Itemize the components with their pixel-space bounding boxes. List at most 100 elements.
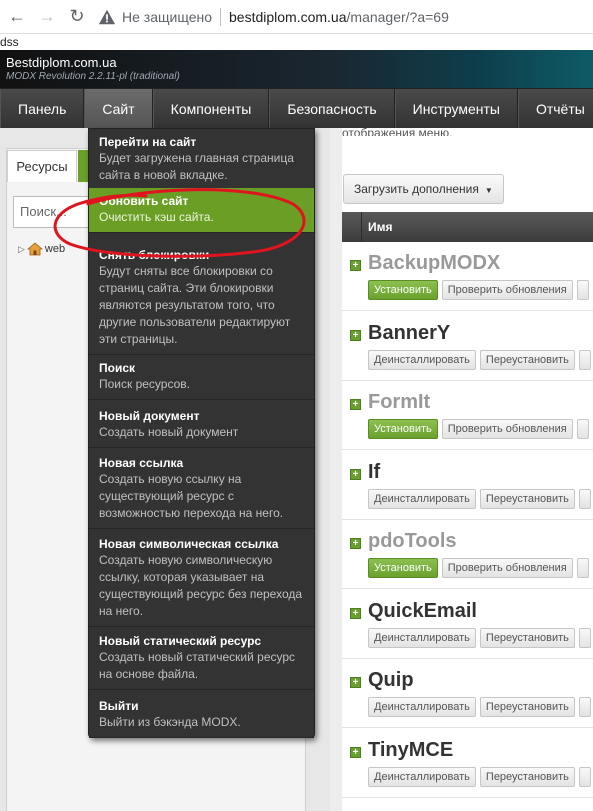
bookmark-item[interactable]: dss	[0, 35, 19, 49]
menu-item-logout[interactable]: Выйти Выйти из бэкэнда MODX.	[89, 693, 314, 738]
expand-plus-icon[interactable]: +	[350, 747, 361, 758]
package-actions: Деинсталлировать Переустановить	[368, 489, 593, 509]
install-button[interactable]: Установить	[368, 280, 438, 300]
package-name: Quip	[368, 669, 414, 691]
uninstall-button[interactable]: Деинсталлировать	[368, 350, 476, 370]
more-actions-button[interactable]	[578, 489, 591, 509]
more-actions-button[interactable]	[578, 350, 591, 370]
package-row[interactable]: + BackupMODX Установить Проверить обновлени…	[342, 242, 593, 311]
reinstall-button[interactable]: Переустановить	[479, 489, 575, 509]
url-path: /manager/?a=69	[346, 8, 449, 25]
install-button[interactable]: Установить	[368, 419, 438, 439]
search-input[interactable]: Поиск...	[13, 196, 93, 228]
check-updates-button[interactable]: Проверить обновления	[441, 280, 573, 300]
menu-item-new-weblink[interactable]: Новая ссылка Создать новую ссылку на суще…	[89, 450, 314, 529]
download-extras-button[interactable]: Загрузить дополнения ▼	[343, 174, 504, 204]
menu-item-title: Выйти	[99, 699, 139, 713]
nav-reports[interactable]: Отчёты	[517, 89, 593, 129]
menu-item-title: Перейти на сайт	[99, 135, 197, 149]
more-actions-button[interactable]	[576, 280, 589, 300]
reinstall-button[interactable]: Переустановить	[479, 628, 575, 648]
menu-item-preview[interactable]: Перейти на сайт Будет загружена главная с…	[89, 129, 314, 191]
more-actions-button[interactable]	[578, 767, 591, 787]
menu-item-title: Обновить сайт	[99, 194, 189, 208]
package-row[interactable]: + pdoTools Установить Проверить обновления	[342, 520, 593, 589]
expand-plus-icon[interactable]: +	[350, 260, 361, 271]
package-row[interactable]: + BannerY Деинсталлировать Переустановить	[342, 312, 593, 381]
package-actions: Деинсталлировать Переустановить	[368, 628, 593, 648]
package-row[interactable]: + If Деинсталлировать Переустановить	[342, 451, 593, 520]
check-updates-button[interactable]: Проверить обновления	[441, 558, 573, 578]
package-name: QuickEmail	[368, 600, 477, 622]
check-updates-button[interactable]: Проверить обновления	[441, 419, 573, 439]
uninstall-button[interactable]: Деинсталлировать	[368, 489, 476, 509]
package-actions: Установить Проверить обновления	[368, 419, 593, 439]
uninstall-button[interactable]: Деинсталлировать	[368, 697, 476, 717]
nav-tools[interactable]: Инструменты	[394, 89, 518, 129]
warning-icon	[98, 9, 116, 24]
menu-item-new-static[interactable]: Новый статический ресурс Создать новый ст…	[89, 628, 314, 690]
expand-plus-icon[interactable]: +	[350, 469, 361, 480]
expand-arrow-icon[interactable]: ▷	[18, 244, 25, 255]
menu-item-title: Новая ссылка	[99, 456, 184, 470]
divider	[220, 7, 221, 26]
grid-header: Имя	[342, 212, 593, 242]
reload-icon[interactable]: ↻	[64, 4, 90, 30]
back-arrow-icon[interactable]: ←	[4, 4, 30, 30]
reinstall-button[interactable]: Переустановить	[479, 350, 575, 370]
package-name: FormIt	[368, 391, 431, 413]
menu-item-refresh-site[interactable]: Обновить сайт Очистить кэш сайта.	[89, 188, 314, 233]
expand-plus-icon[interactable]: +	[350, 608, 361, 619]
menu-item-new-symlink[interactable]: Новая символическая ссылка Создать новую …	[89, 531, 314, 627]
menu-item-description: Будет загружена главная страница сайта в…	[99, 151, 294, 182]
menu-item-description: Создать новую символическую ссылку, кото…	[99, 553, 303, 618]
menu-item-description: Создать новый документ	[99, 425, 239, 439]
caret-down-icon: ▼	[484, 186, 493, 195]
nav-security[interactable]: Безопасность	[269, 89, 395, 129]
package-row[interactable]: + Quip Деинсталлировать Переустановить	[342, 659, 593, 728]
expand-plus-icon[interactable]: +	[350, 677, 361, 688]
nav-site[interactable]: Сайт	[84, 89, 153, 129]
column-name[interactable]: Имя	[368, 212, 393, 242]
menu-item-remove-locks[interactable]: Снять блокировки Будут сняты все блокиров…	[89, 242, 314, 355]
menu-item-new-document[interactable]: Новый документ Создать новый документ	[89, 403, 314, 448]
more-actions-button[interactable]	[576, 558, 589, 578]
reinstall-button[interactable]: Переустановить	[479, 767, 575, 787]
menu-item-description: Очистить кэш сайта.	[99, 210, 214, 224]
expand-plus-icon[interactable]: +	[350, 538, 361, 549]
menu-item-description: Поиск ресурсов.	[99, 377, 190, 391]
menu-item-description: Создать новый статический ресурс на осно…	[99, 650, 296, 681]
uninstall-button[interactable]: Деинсталлировать	[368, 767, 476, 787]
menu-hint-text: отображения меню.	[342, 128, 453, 136]
expand-plus-icon[interactable]: +	[350, 399, 361, 410]
uninstall-button[interactable]: Деинсталлировать	[368, 628, 476, 648]
more-actions-button[interactable]	[576, 419, 589, 439]
menu-item-search[interactable]: Поиск Поиск ресурсов.	[89, 355, 314, 400]
site-name[interactable]: Bestdiplom.com.ua	[6, 56, 593, 70]
package-name: If	[368, 461, 381, 483]
more-actions-button[interactable]	[578, 628, 591, 648]
url-host: bestdiplom.com.ua	[229, 8, 347, 25]
menu-item-description: Выйти из бэкэнда MODX.	[99, 715, 241, 729]
install-button[interactable]: Установить	[368, 558, 438, 578]
nav-components[interactable]: Компоненты	[152, 89, 270, 129]
package-row[interactable]: + FormIt Установить Проверить обновления	[342, 381, 593, 450]
package-row[interactable]: + TinyMCE Деинсталлировать Переустановить	[342, 729, 593, 798]
nav-panel[interactable]: Панель	[0, 89, 85, 129]
expand-plus-icon[interactable]: +	[350, 330, 361, 341]
menu-item-title: Новый документ	[99, 409, 200, 423]
packages-panel: отображения меню. Загрузить дополнения ▼ …	[330, 128, 593, 811]
more-actions-button[interactable]	[578, 697, 591, 717]
package-actions: Установить Проверить обновления	[368, 280, 593, 300]
reinstall-button[interactable]: Переустановить	[479, 697, 575, 717]
package-name: TinyMCE	[368, 739, 454, 761]
tab-resources[interactable]: Ресурсы	[7, 150, 77, 182]
package-actions: Установить Проверить обновления	[368, 558, 593, 578]
address-bar[interactable]: Не защищено bestdiplom.com.ua/manager/?a…	[98, 4, 449, 30]
tree-node[interactable]: ▷ web	[18, 242, 65, 256]
package-name: pdoTools	[368, 530, 457, 552]
browser-toolbar: ← → ↻ Не защищено bestdiplom.com.ua/mana…	[0, 0, 593, 34]
download-extras-label: Загрузить дополнения	[354, 182, 479, 196]
forward-arrow-icon[interactable]: →	[34, 4, 60, 30]
package-row[interactable]: + QuickEmail Деинсталлировать Переустановит…	[342, 590, 593, 659]
